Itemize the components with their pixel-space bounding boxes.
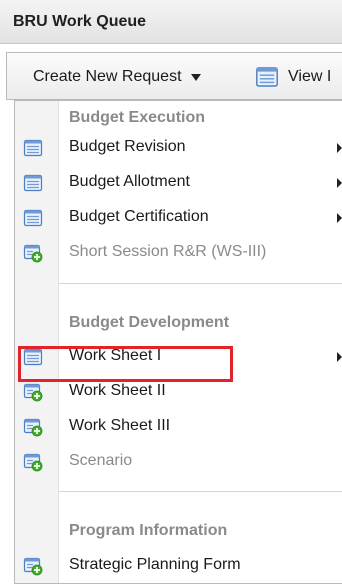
menu-item-label: Budget Certification: [69, 208, 209, 225]
panel-header: BRU Work Queue: [0, 0, 342, 44]
group-header-budget-execution: Budget Execution: [69, 109, 206, 126]
menu-item-budget-allotment[interactable]: Budget Allotment: [15, 168, 342, 198]
menu-item-label: Budget Revision: [69, 138, 186, 155]
list-document-icon: [23, 347, 43, 367]
new-document-icon: [23, 382, 43, 402]
toolbar: Create New Request View I: [6, 52, 342, 100]
view-button-label: View I: [288, 68, 332, 85]
group-header-program-information: Program Information: [69, 522, 228, 539]
new-document-icon: [23, 417, 43, 437]
create-request-dropdown-menu: Budget Execution Budget Revision Budget …: [14, 100, 342, 584]
panel-title: BRU Work Queue: [13, 13, 147, 30]
menu-item-label: Work Sheet II: [69, 382, 166, 399]
menu-separator: [59, 283, 342, 284]
new-document-icon: [23, 243, 43, 263]
new-document-icon: [23, 452, 43, 472]
list-document-icon: [255, 65, 279, 89]
menu-item-label: Budget Allotment: [69, 173, 190, 190]
menu-item-label: Short Session R&R (WS-III): [69, 243, 267, 260]
menu-item-scenario: Scenario: [15, 447, 342, 477]
menu-item-label: Strategic Planning Form: [69, 556, 241, 573]
menu-item-budget-revision[interactable]: Budget Revision: [15, 133, 342, 163]
menu-item-label: Work Sheet III: [69, 417, 171, 434]
create-new-request-button[interactable]: Create New Request: [33, 65, 201, 89]
list-document-icon: [23, 208, 43, 228]
new-document-icon: [23, 556, 43, 576]
menu-item-strategic-planning-form[interactable]: Strategic Planning Form: [15, 551, 342, 581]
list-document-icon: [23, 173, 43, 193]
menu-item-label: Work Sheet I: [69, 347, 162, 364]
menu-separator: [59, 491, 342, 492]
menu-item-label: Scenario: [69, 452, 133, 469]
create-new-request-label: Create New Request: [33, 68, 182, 85]
menu-item-budget-certification[interactable]: Budget Certification: [15, 203, 342, 233]
view-button[interactable]: View I: [255, 65, 331, 89]
caret-down-icon: [190, 73, 201, 81]
menu-item-work-sheet-iii[interactable]: Work Sheet III: [15, 412, 342, 442]
submenu-arrow-icon: [337, 213, 342, 223]
submenu-arrow-icon: [337, 352, 342, 362]
menu-item-work-sheet-i[interactable]: Work Sheet I: [15, 342, 342, 372]
menu-item-short-session-rr: Short Session R&R (WS-III): [15, 238, 342, 268]
submenu-arrow-icon: [337, 143, 342, 153]
list-document-icon: [23, 138, 43, 158]
menu-item-work-sheet-ii[interactable]: Work Sheet II: [15, 377, 342, 407]
submenu-arrow-icon: [337, 178, 342, 188]
group-header-budget-development: Budget Development: [69, 314, 230, 331]
